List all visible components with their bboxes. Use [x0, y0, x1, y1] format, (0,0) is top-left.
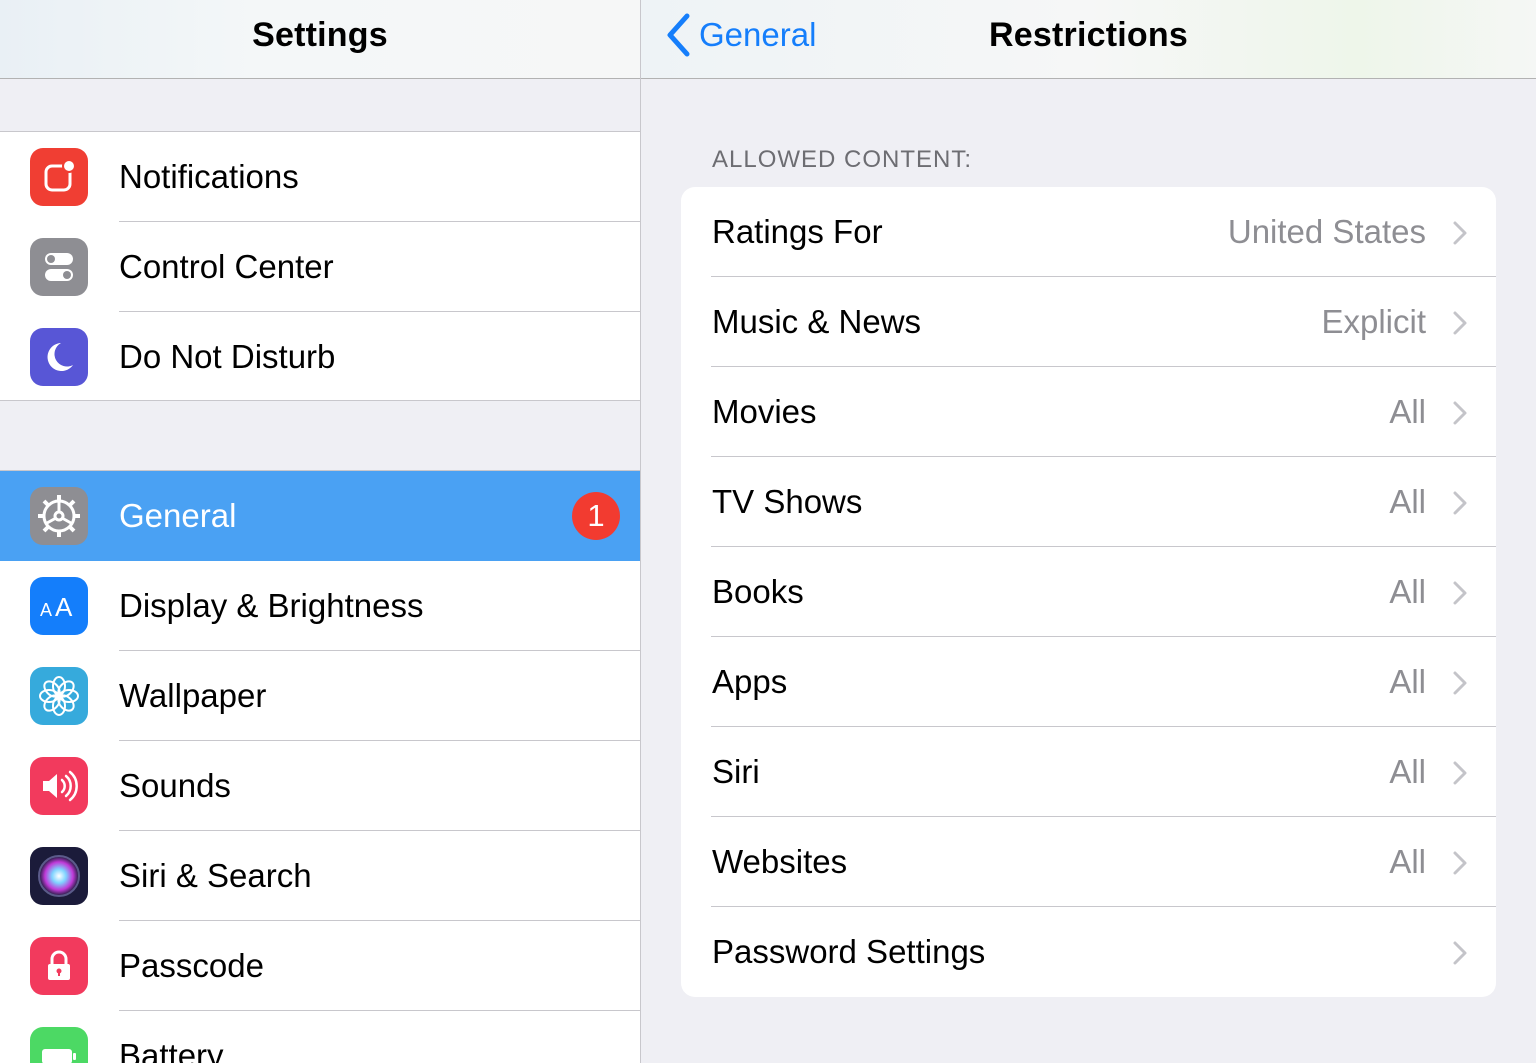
row-value: All: [1389, 573, 1426, 610]
settings-item-control-center[interactable]: Control Center: [0, 222, 640, 312]
gear-icon: [30, 487, 88, 545]
chevron-right-icon: [1453, 491, 1467, 515]
back-button-label: General: [699, 16, 817, 53]
row-label: TV Shows: [712, 483, 863, 520]
settings-item-notifications[interactable]: Notifications: [0, 132, 640, 222]
svg-text:A: A: [55, 592, 73, 622]
row-tv-shows[interactable]: TV Shows All: [681, 457, 1496, 547]
settings-item-label: Siri & Search: [119, 857, 312, 894]
settings-item-do-not-disturb[interactable]: Do Not Disturb: [0, 312, 640, 402]
row-label: Ratings For: [712, 213, 883, 250]
lock-icon: [30, 937, 88, 995]
row-value: All: [1389, 753, 1426, 790]
settings-item-general[interactable]: General 1: [0, 471, 640, 561]
battery-icon: [30, 1027, 88, 1063]
settings-group-2: General 1 AA Display & Brightness Wallpa…: [0, 470, 640, 1063]
row-label: Music & News: [712, 303, 922, 340]
detail-navbar: Restrictions General: [641, 0, 1536, 79]
chevron-right-icon: [1453, 941, 1467, 965]
master-title: Settings: [252, 16, 388, 54]
siri-icon: [30, 847, 88, 905]
row-value: All: [1389, 843, 1426, 880]
settings-group-1: Notifications Control Center Do Not Dist…: [0, 131, 640, 401]
row-websites[interactable]: Websites All: [681, 817, 1496, 907]
row-movies[interactable]: Movies All: [681, 367, 1496, 457]
row-password-settings[interactable]: Password Settings: [681, 907, 1496, 997]
settings-item-label: Control Center: [119, 248, 334, 285]
row-value: Explicit: [1321, 303, 1426, 340]
chevron-right-icon: [1453, 761, 1467, 785]
wallpaper-flower-icon: [30, 667, 88, 725]
row-value: United States: [1227, 213, 1426, 250]
settings-item-label: Display & Brightness: [119, 587, 424, 624]
row-label: Books: [712, 573, 804, 610]
settings-item-passcode[interactable]: Passcode: [0, 921, 640, 1011]
master-navbar: Settings: [0, 0, 640, 79]
settings-item-siri-search[interactable]: Siri & Search: [0, 831, 640, 921]
settings-item-label: Passcode: [119, 947, 264, 984]
row-label: Apps: [712, 663, 788, 700]
restrictions-detail-pane: Restrictions General ALLOWED CONTENT: Ra…: [641, 0, 1536, 1063]
row-label: Siri: [712, 753, 760, 790]
chevron-right-icon: [1453, 581, 1467, 605]
row-value: All: [1389, 663, 1426, 700]
settings-item-label: Do Not Disturb: [119, 338, 336, 375]
settings-item-sounds[interactable]: Sounds: [0, 741, 640, 831]
settings-master-pane: Settings Notifications Control Center Do…: [0, 0, 640, 1063]
settings-item-label: Notifications: [119, 158, 299, 195]
settings-item-label: General: [119, 497, 237, 534]
settings-item-display-brightness[interactable]: AA Display & Brightness: [0, 561, 640, 651]
row-label: Movies: [712, 393, 817, 430]
allowed-content-list: Ratings For United States Music & News E…: [681, 187, 1496, 997]
update-badge: 1: [572, 492, 620, 540]
row-siri[interactable]: Siri All: [681, 727, 1496, 817]
settings-item-label: Wallpaper: [119, 677, 267, 714]
back-button[interactable]: General: [665, 12, 816, 58]
chevron-right-icon: [1453, 851, 1467, 875]
row-label: Password Settings: [712, 933, 986, 970]
settings-item-battery[interactable]: Battery: [0, 1011, 640, 1063]
settings-item-wallpaper[interactable]: Wallpaper: [0, 651, 640, 741]
settings-item-label: Battery: [119, 1037, 224, 1063]
control-center-icon: [30, 238, 88, 296]
row-label: Websites: [712, 843, 848, 880]
svg-text:A: A: [40, 600, 52, 620]
section-header: ALLOWED CONTENT:: [712, 146, 973, 173]
moon-icon: [30, 328, 88, 386]
row-music-news[interactable]: Music & News Explicit: [681, 277, 1496, 367]
chevron-right-icon: [1453, 221, 1467, 245]
chevron-right-icon: [1453, 671, 1467, 695]
row-apps[interactable]: Apps All: [681, 637, 1496, 727]
display-brightness-icon: AA: [30, 577, 88, 635]
chevron-right-icon: [1453, 401, 1467, 425]
row-value: All: [1389, 483, 1426, 520]
row-books[interactable]: Books All: [681, 547, 1496, 637]
row-value: All: [1389, 393, 1426, 430]
settings-item-label: Sounds: [119, 767, 231, 804]
notifications-icon: [30, 148, 88, 206]
row-ratings-for[interactable]: Ratings For United States: [681, 187, 1496, 277]
chevron-left-icon: [667, 13, 690, 57]
chevron-right-icon: [1453, 311, 1467, 335]
speaker-icon: [30, 757, 88, 815]
